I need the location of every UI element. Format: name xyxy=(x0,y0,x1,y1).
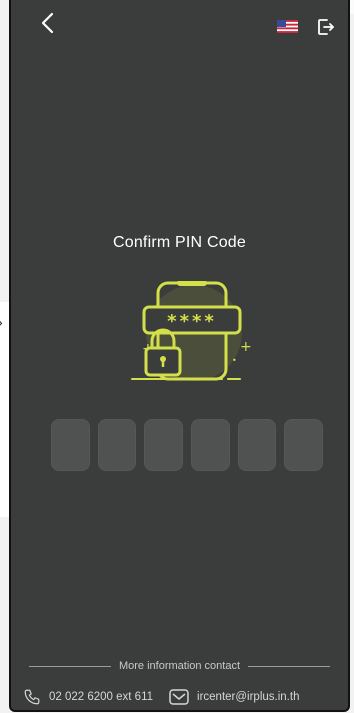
svg-text:+: + xyxy=(240,339,252,355)
divider-line-right xyxy=(248,665,331,667)
pin-mask-text: **** xyxy=(167,311,217,332)
svg-text:•: • xyxy=(232,356,237,365)
app-screen: Confirm PIN Code **** + + • xyxy=(9,0,350,712)
pin-digit-1[interactable] xyxy=(51,419,90,471)
pin-digit-5[interactable] xyxy=(237,419,277,471)
email-icon xyxy=(169,689,189,705)
phone-lock-icon: **** + + • xyxy=(131,280,252,381)
contact-label: More information contact xyxy=(118,660,241,672)
pin-digit-6[interactable] xyxy=(284,419,324,471)
pin-input-row[interactable] xyxy=(51,419,324,471)
chevron-right-icon[interactable]: › xyxy=(0,314,3,330)
logout-button[interactable] xyxy=(317,18,335,36)
contact-info: 02 022 6200 ext 611 ircenter@irplus.in.t… xyxy=(23,686,343,708)
pin-digit-3[interactable] xyxy=(144,419,184,471)
divider-line-left xyxy=(28,665,111,667)
language-flag-button[interactable] xyxy=(277,20,298,33)
pin-digit-4[interactable] xyxy=(191,419,230,471)
page-title: Confirm PIN Code xyxy=(112,234,247,251)
email-link[interactable]: ircenter@irplus.in.th xyxy=(197,691,299,703)
phone-icon xyxy=(24,689,40,705)
pin-digit-2[interactable] xyxy=(97,419,137,471)
phone-number-link[interactable]: 02 022 6200 ext 611 xyxy=(49,691,153,703)
back-button[interactable] xyxy=(38,10,58,36)
contact-divider: More information contact xyxy=(11,658,348,674)
us-flag-icon xyxy=(277,20,298,33)
logout-icon xyxy=(318,19,334,35)
pin-illustration: **** + + • xyxy=(122,280,252,391)
chevron-left-icon xyxy=(41,12,54,34)
